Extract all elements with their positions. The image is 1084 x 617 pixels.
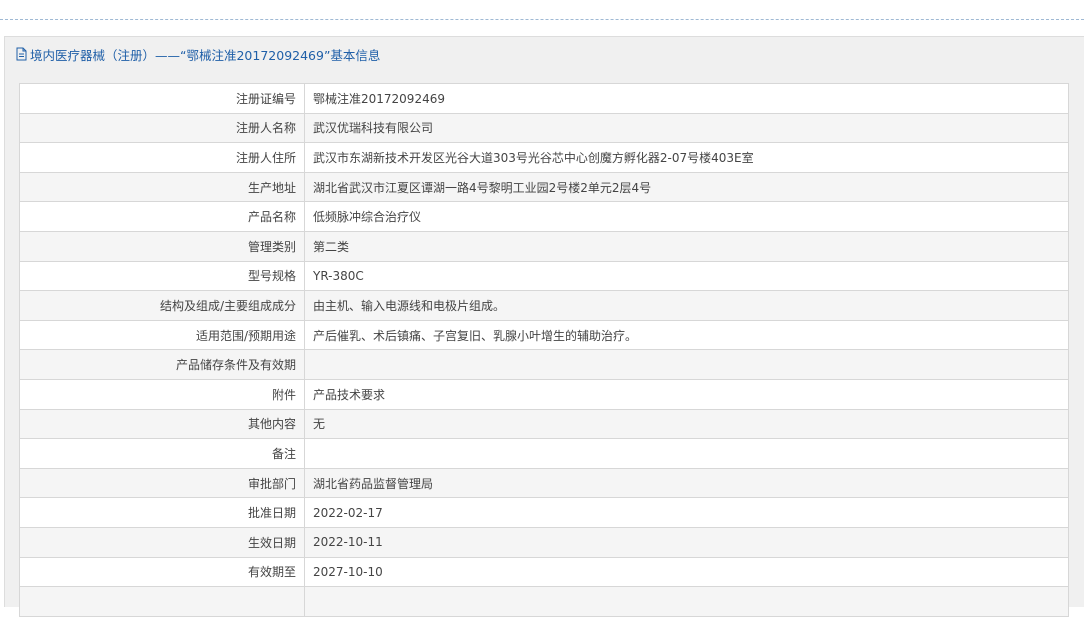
row-value: 低频脉冲综合治疗仪	[304, 201, 1069, 232]
table-row: 注册证编号 鄂械注准20172092469	[19, 83, 1069, 114]
table-row: 适用范围/预期用途 产后催乳、术后镇痛、子宫复旧、乳腺小叶增生的辅助治疗。	[19, 319, 1069, 351]
row-label: 备注	[19, 438, 305, 469]
panel-title: 境内医疗器械（注册）——“鄂械注准20172092469”基本信息	[30, 47, 381, 63]
table-row: 其他内容无	[19, 408, 1069, 440]
row-value: 湖北省药品监督管理局	[304, 467, 1069, 499]
table-row: 生效日期 2022-10-11	[19, 526, 1069, 558]
row-value: YR-380C	[304, 260, 1069, 292]
row-label: 批准日期	[19, 497, 305, 528]
table-row: 结构及组成/主要组成成分 由主机、输入电源线和电极片组成。	[19, 290, 1069, 321]
row-value: 产后催乳、术后镇痛、子宫复旧、乳腺小叶增生的辅助治疗。	[304, 319, 1069, 351]
table-row: 管理类别 第二类	[19, 230, 1069, 262]
table-row: 附件 产品技术要求	[19, 378, 1069, 410]
row-value: 无	[304, 408, 1069, 440]
table-row: 审批部门 湖北省药品监督管理局	[19, 467, 1069, 499]
row-label: 审批部门	[19, 467, 305, 499]
row-label: 产品储存条件及有效期	[19, 349, 305, 380]
row-label: 其他内容	[19, 408, 305, 440]
row-label: 生产地址	[19, 171, 305, 203]
row-value: 由主机、输入电源线和电极片组成。	[304, 290, 1069, 321]
table-row: 产品储存条件及有效期	[19, 349, 1069, 380]
panel-header: 境内医疗器械（注册）——“鄂械注准20172092469”基本信息	[5, 37, 1084, 71]
row-label: 附件	[19, 378, 305, 410]
table-row: 注册人名称 武汉优瑞科技有限公司	[19, 112, 1069, 144]
row-value: 武汉优瑞科技有限公司	[304, 112, 1069, 144]
row-label: 注册人住所	[19, 142, 305, 173]
table-row: 批准日期 2022-02-17	[19, 497, 1069, 528]
row-value: 湖北省武汉市江夏区谭湖一路4号黎明工业园2号楼2单元2层4号	[304, 171, 1069, 203]
row-value: 第二类	[304, 230, 1069, 262]
row-label	[19, 586, 305, 617]
row-label: 注册证编号	[19, 83, 305, 114]
row-label: 型号规格	[19, 260, 305, 292]
top-divider	[0, 19, 1084, 20]
table-row: 型号规格 YR-380C	[19, 260, 1069, 292]
row-value	[304, 438, 1069, 469]
table-row: 产品名称 低频脉冲综合治疗仪	[19, 201, 1069, 232]
table-row: 有效期至 2027-10-10	[19, 556, 1069, 588]
row-label: 结构及组成/主要组成成分	[19, 290, 305, 321]
table-row	[19, 586, 1069, 617]
row-label: 有效期至	[19, 556, 305, 588]
row-value: 武汉市东湖新技术开发区光谷大道303号光谷芯中心创魔方孵化器2-07号楼403E…	[304, 142, 1069, 173]
row-value	[304, 586, 1069, 617]
row-value: 2022-10-11	[304, 526, 1069, 558]
row-value: 2022-02-17	[304, 497, 1069, 528]
row-label: 生效日期	[19, 526, 305, 558]
row-value	[304, 349, 1069, 380]
row-value: 鄂械注准20172092469	[304, 83, 1069, 114]
row-label: 管理类别	[19, 230, 305, 262]
row-value: 2027-10-10	[304, 556, 1069, 588]
row-label: 产品名称	[19, 201, 305, 232]
table-row: 生产地址 湖北省武汉市江夏区谭湖一路4号黎明工业园2号楼2单元2层4号	[19, 171, 1069, 203]
table-row: 注册人住所 武汉市东湖新技术开发区光谷大道303号光谷芯中心创魔方孵化器2-07号…	[19, 142, 1069, 173]
document-icon	[15, 47, 28, 61]
table-row: 备注	[19, 438, 1069, 469]
row-label: 注册人名称	[19, 112, 305, 144]
row-label: 适用范围/预期用途	[19, 319, 305, 351]
info-table: 注册证编号 鄂械注准20172092469 注册人名称 武汉优瑞科技有限公司 注册人住所…	[19, 83, 1069, 617]
row-value: 产品技术要求	[304, 378, 1069, 410]
info-panel: 境内医疗器械（注册）——“鄂械注准20172092469”基本信息 注册证编号鄂…	[4, 36, 1084, 617]
